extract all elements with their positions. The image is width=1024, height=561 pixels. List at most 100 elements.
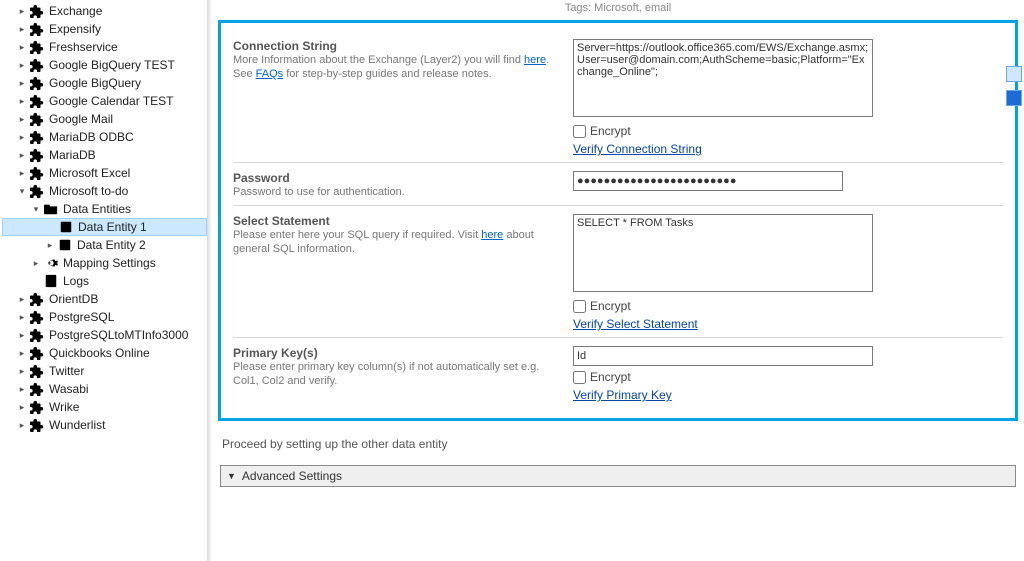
connection-string-input[interactable]	[573, 39, 873, 117]
tree-item-label: Logs	[61, 274, 89, 288]
chevron-down-icon[interactable]: ▾	[16, 186, 28, 197]
puzzle-icon	[29, 3, 45, 19]
chevron-right-icon[interactable]: ▸	[16, 96, 28, 107]
primary-key-encrypt-checkbox[interactable]	[573, 371, 586, 384]
tree-item-label: Google Mail	[47, 112, 113, 126]
tree-item-postgresqltomtinfo3000[interactable]: ▸ PostgreSQLtoMTInfo3000	[2, 326, 207, 344]
connection-string-encrypt-checkbox[interactable]	[573, 125, 586, 138]
puzzle-icon	[29, 75, 45, 91]
edge-button-2[interactable]	[1006, 90, 1022, 106]
encrypt-label: Encrypt	[590, 124, 631, 138]
tree-item-wrike[interactable]: ▸ Wrike	[2, 398, 207, 416]
tree-item-expensify[interactable]: ▸ Expensify	[2, 20, 207, 38]
puzzle-icon	[29, 165, 45, 181]
verify-select-statement-link[interactable]: Verify Select Statement	[573, 317, 698, 331]
primary-key-heading: Primary Key(s)	[233, 346, 561, 360]
puzzle-icon	[29, 345, 45, 361]
tree-item-label: Google Calendar TEST	[47, 94, 174, 108]
tree-item-data-entities[interactable]: ▾ Data Entities	[2, 200, 207, 218]
chevron-right-icon[interactable]: ▸	[16, 330, 28, 341]
password-description: Password to use for authentication.	[233, 185, 561, 199]
chevron-right-icon[interactable]: ▸	[16, 78, 28, 89]
chevron-right-icon[interactable]: ▸	[30, 258, 42, 269]
tree-item-label: Microsoft Excel	[47, 166, 130, 180]
chevron-right-icon[interactable]: ▸	[16, 348, 28, 359]
select-statement-input[interactable]	[573, 214, 873, 292]
puzzle-icon	[29, 399, 45, 415]
tree-item-orientdb[interactable]: ▸ OrientDB	[2, 290, 207, 308]
chevron-right-icon[interactable]: ▸	[16, 366, 28, 377]
tree-item-google-bigquery[interactable]: ▸Google BigQuery	[2, 74, 207, 92]
password-section: Password Password to use for authenticat…	[233, 162, 1003, 205]
exchange-info-link[interactable]: here	[524, 54, 546, 66]
data-entity-config-panel: Connection String More Information about…	[218, 20, 1018, 421]
puzzle-icon	[29, 183, 45, 199]
tree-item-mariadb-odbc[interactable]: ▸ MariaDB ODBC	[2, 128, 207, 146]
tree-item-microsoft-excel[interactable]: ▸ Microsoft Excel	[2, 164, 207, 182]
chevron-right-icon[interactable]: ▸	[44, 240, 56, 251]
encrypt-label: Encrypt	[590, 370, 631, 384]
chevron-down-icon[interactable]: ▾	[30, 204, 42, 215]
verify-primary-key-link[interactable]: Verify Primary Key	[573, 388, 672, 402]
chevron-right-icon[interactable]: ▸	[16, 402, 28, 413]
tree-item-label: Mapping Settings	[61, 256, 156, 270]
chevron-right-icon[interactable]: ▸	[16, 60, 28, 71]
edge-button-1[interactable]	[1006, 66, 1022, 82]
tree-item-postgresql[interactable]: ▸ PostgreSQL	[2, 308, 207, 326]
tree-item-mapping-settings[interactable]: ▸ Mapping Settings	[2, 254, 207, 272]
tree-item-mariadb[interactable]: ▸ MariaDB	[2, 146, 207, 164]
tags-label: Tags: Microsoft, email	[218, 2, 1018, 14]
tree-item-google-calendar-test[interactable]: ▸ Google Calendar TEST	[2, 92, 207, 110]
chevron-right-icon[interactable]: ▸	[16, 114, 28, 125]
connections-tree[interactable]: ▸Exchange▸Expensify▸Freshservice▸Google …	[0, 0, 208, 561]
chevron-right-icon[interactable]: ▸	[16, 150, 28, 161]
chevron-right-icon[interactable]: ▸	[16, 6, 28, 17]
tree-item-wunderlist[interactable]: ▸Wunderlist	[2, 416, 207, 434]
chevron-right-icon[interactable]: ▸	[16, 42, 28, 53]
primary-key-input[interactable]	[573, 346, 873, 366]
tree-item-freshservice[interactable]: ▸ Freshservice	[2, 38, 207, 56]
tree-item-logs[interactable]: Logs	[2, 272, 207, 290]
faqs-link[interactable]: FAQs	[256, 68, 284, 80]
password-input[interactable]	[573, 171, 843, 191]
tree-item-label: Wasabi	[47, 382, 89, 396]
tree-item-label: Freshservice	[47, 40, 118, 54]
tree-item-quickbooks-online[interactable]: ▸ Quickbooks Online	[2, 344, 207, 362]
password-heading: Password	[233, 171, 561, 185]
chevron-right-icon[interactable]: ▸	[16, 294, 28, 305]
tree-item-twitter[interactable]: ▸Twitter	[2, 362, 207, 380]
sql-info-link[interactable]: here	[481, 229, 503, 241]
tree-item-label: PostgreSQL	[47, 310, 114, 324]
puzzle-icon	[29, 309, 45, 325]
chevron-down-icon: ▼	[227, 471, 236, 481]
puzzle-icon	[29, 111, 45, 127]
tree-item-google-mail[interactable]: ▸ Google Mail	[2, 110, 207, 128]
tree-item-label: Microsoft to-do	[47, 184, 128, 198]
tree-item-label: PostgreSQLtoMTInfo3000	[47, 328, 188, 342]
tree-item-label: OrientDB	[47, 292, 98, 306]
tree-item-data-entity-2[interactable]: ▸ Data Entity 2	[2, 236, 207, 254]
tree-item-label: Expensify	[47, 22, 101, 36]
verify-connection-string-link[interactable]: Verify Connection String	[573, 142, 702, 156]
tree-item-label: MariaDB ODBC	[47, 130, 134, 144]
select-statement-encrypt-checkbox[interactable]	[573, 300, 586, 313]
chevron-right-icon[interactable]: ▸	[16, 420, 28, 431]
tree-item-label: Data Entity 1	[76, 220, 147, 234]
chevron-right-icon[interactable]: ▸	[16, 384, 28, 395]
tree-item-microsoft-to-do[interactable]: ▾ Microsoft to-do	[2, 182, 207, 200]
tree-item-wasabi[interactable]: ▸ Wasabi	[2, 380, 207, 398]
chevron-right-icon[interactable]: ▸	[16, 24, 28, 35]
tree-item-google-bigquery-test[interactable]: ▸Google BigQuery TEST	[2, 56, 207, 74]
tree-item-label: Quickbooks Online	[47, 346, 150, 360]
advanced-settings-toggle[interactable]: ▼ Advanced Settings	[220, 465, 1016, 487]
tree-item-label: MariaDB	[47, 148, 96, 162]
tree-item-label: Data Entities	[61, 202, 131, 216]
primary-key-section: Primary Key(s) Please enter primary key …	[233, 337, 1003, 408]
tree-item-data-entity-1[interactable]: Data Entity 1	[2, 218, 207, 236]
tree-item-exchange[interactable]: ▸Exchange	[2, 2, 207, 20]
chevron-right-icon[interactable]: ▸	[16, 132, 28, 143]
tree-item-label: Data Entity 2	[75, 238, 146, 252]
chevron-right-icon[interactable]: ▸	[16, 168, 28, 179]
tree-item-label: Wrike	[47, 400, 79, 414]
chevron-right-icon[interactable]: ▸	[16, 312, 28, 323]
